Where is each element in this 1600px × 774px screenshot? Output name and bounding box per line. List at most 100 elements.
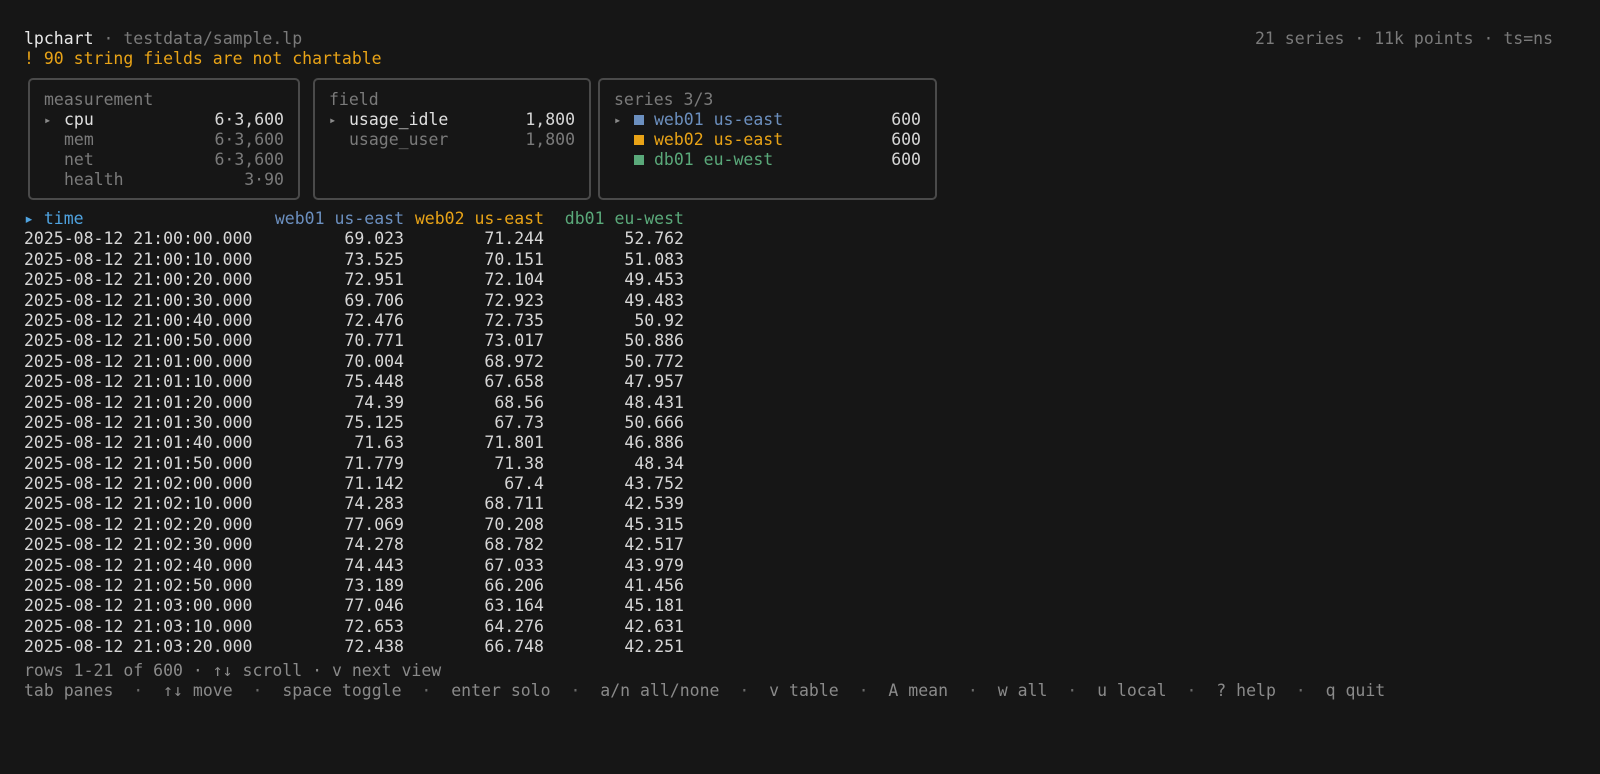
time-column-header[interactable]: ▸ time [24,209,264,229]
measurement-item[interactable]: net 6·3,600 [44,150,284,170]
table-row[interactable]: 2025-08-12 21:00:40.000 72.476 72.735 50.92 [24,311,684,331]
series-color-swatch-icon[interactable] [634,115,644,125]
series-pane-title: series 3/3 [614,90,714,109]
time-cell: 2025-08-12 21:02:50.000 [24,576,253,596]
value-cell: 64.276 [484,616,544,636]
value-cell: 74.278 [344,535,404,555]
measurement-item-count: 6·3,600 [214,130,284,149]
hint-separator: · [1067,681,1078,700]
value-cell: 73.189 [344,576,404,596]
value-cell: 50.772 [624,351,684,371]
hint-separator: · [858,681,869,700]
column-header-web02[interactable]: web02 us-east [404,209,544,229]
measurement-pane[interactable]: measurement ▸ cpu 6·3,600 mem 6·3,600 net 6·3,… [28,78,300,200]
data-table[interactable]: ▸ time web01 us-east web02 us-east db01 … [24,209,684,658]
value-cell: 48.431 [624,392,684,412]
series-pane[interactable]: series 3/3 ▸ web01 us-east 600 web02 us-eas… [598,78,937,200]
field-pane[interactable]: field ▸ usage_idle 1,800 usage_user 1,800 [313,78,591,200]
hint-separator: · [570,681,581,700]
series-item-label: web02 us-east [654,130,784,149]
cursor-marker-icon: ▸ [329,113,337,127]
measurement-item-count: 6·3,600 [214,110,284,129]
measurement-item[interactable]: mem 6·3,600 [44,130,284,150]
measurement-item-label: health [64,170,124,189]
field-item-count: 1,800 [525,110,575,129]
value-cell: 63.164 [484,596,544,616]
value-cell: 71.801 [484,433,544,453]
table-row[interactable]: 2025-08-12 21:03:20.000 72.438 66.748 42.25… [24,637,684,657]
keybinding-hints: tab panes · ↑↓ move · space toggle · ent… [24,681,1385,701]
table-row[interactable]: 2025-08-12 21:01:00.000 70.004 68.972 50.77… [24,352,684,372]
time-cell: 2025-08-12 21:00:00.000 [24,229,253,249]
table-row[interactable]: 2025-08-12 21:00:00.000 69.023 71.244 52.76… [24,229,684,249]
value-cell: 68.56 [494,392,544,412]
table-row[interactable]: 2025-08-12 21:00:30.000 69.706 72.923 49.48… [24,291,684,311]
series-item[interactable]: db01 eu-west 600 [614,150,921,170]
column-header-db01[interactable]: db01 eu-west [544,209,684,229]
time-cell: 2025-08-12 21:01:00.000 [24,351,253,371]
value-cell: 74.443 [344,555,404,575]
series-item-label: web01 us-east [654,110,784,129]
table-row[interactable]: 2025-08-12 21:02:50.000 73.189 66.206 41.45… [24,576,684,596]
keybinding-hint: w all [997,681,1048,700]
value-cell: 75.125 [344,412,404,432]
value-cell: 72.735 [484,310,544,330]
value-cell: 48.34 [634,453,684,473]
value-cell: 45.181 [624,596,684,616]
table-row[interactable]: 2025-08-12 21:02:30.000 74.278 68.782 42.51… [24,535,684,555]
keybinding-hint: q quit [1325,681,1386,700]
value-cell: 42.251 [624,637,684,657]
value-cell: 69.706 [344,290,404,310]
value-cell: 49.483 [624,290,684,310]
keybinding-hint: ? help [1216,681,1276,700]
value-cell: 70.004 [344,351,404,371]
table-row[interactable]: 2025-08-12 21:00:20.000 72.951 72.104 49.45… [24,270,684,290]
series-item[interactable]: web02 us-east 600 [614,130,921,150]
measurement-pane-title: measurement [44,90,154,109]
time-cell: 2025-08-12 21:01:30.000 [24,412,253,432]
cursor-marker-icon [44,150,64,170]
time-cell: 2025-08-12 21:00:20.000 [24,270,253,290]
table-row[interactable]: 2025-08-12 21:02:00.000 71.142 67.4 43.752 [24,474,684,494]
field-item[interactable]: usage_user 1,800 [329,130,575,150]
table-row[interactable]: 2025-08-12 21:03:10.000 72.653 64.276 42.63… [24,617,684,637]
measurement-item-label: mem [64,130,94,149]
time-cell: 2025-08-12 21:00:10.000 [24,249,253,269]
measurement-item[interactable]: ▸ cpu 6·3,600 [44,110,284,130]
table-row[interactable]: 2025-08-12 21:01:40.000 71.63 71.801 46.886 [24,433,684,453]
table-row[interactable]: 2025-08-12 21:02:40.000 74.443 67.033 43.97… [24,556,684,576]
table-header: ▸ time web01 us-east web02 us-east db01 … [24,209,684,229]
table-row[interactable]: 2025-08-12 21:02:20.000 77.069 70.208 45.31… [24,515,684,535]
series-item[interactable]: ▸ web01 us-east 600 [614,110,921,130]
keybinding-hint: u local [1097,681,1167,700]
value-cell: 66.206 [484,576,544,596]
table-row[interactable]: 2025-08-12 21:01:30.000 75.125 67.73 50.666 [24,413,684,433]
time-cell: 2025-08-12 21:01:40.000 [24,433,253,453]
table-row[interactable]: 2025-08-12 21:00:50.000 70.771 73.017 50.88… [24,331,684,351]
app-name: lpchart [24,29,94,48]
field-pane-title: field [329,90,379,109]
series-color-swatch-icon[interactable] [634,155,644,165]
measurement-item[interactable]: health 3·90 [44,170,284,190]
value-cell: 47.957 [624,372,684,392]
series-list: ▸ web01 us-east 600 web02 us-east 600 db01 eu… [614,110,921,170]
value-cell: 46.886 [624,433,684,453]
column-header-web01[interactable]: web01 us-east [264,209,404,229]
field-item[interactable]: ▸ usage_idle 1,800 [329,110,575,130]
hint-separator: · [739,681,750,700]
value-cell: 72.951 [344,270,404,290]
keybinding-hint: ↑↓ move [163,681,233,700]
series-item-count: 600 [891,110,921,129]
series-color-swatch-icon[interactable] [634,135,644,145]
table-row[interactable]: 2025-08-12 21:01:50.000 71.779 71.38 48.34 [24,454,684,474]
table-row[interactable]: 2025-08-12 21:01:10.000 75.448 67.658 47.95… [24,372,684,392]
table-row[interactable]: 2025-08-12 21:02:10.000 74.283 68.711 42.53… [24,494,684,514]
table-row[interactable]: 2025-08-12 21:03:00.000 77.046 63.164 45.18… [24,596,684,616]
table-row[interactable]: 2025-08-12 21:01:20.000 74.39 68.56 48.431 [24,393,684,413]
value-cell: 70.208 [484,514,544,534]
time-cell: 2025-08-12 21:00:50.000 [24,331,253,351]
value-cell: 72.104 [484,270,544,290]
cursor-marker-icon [44,130,64,150]
table-row[interactable]: 2025-08-12 21:00:10.000 73.525 70.151 51.08… [24,250,684,270]
value-cell: 71.142 [344,474,404,494]
